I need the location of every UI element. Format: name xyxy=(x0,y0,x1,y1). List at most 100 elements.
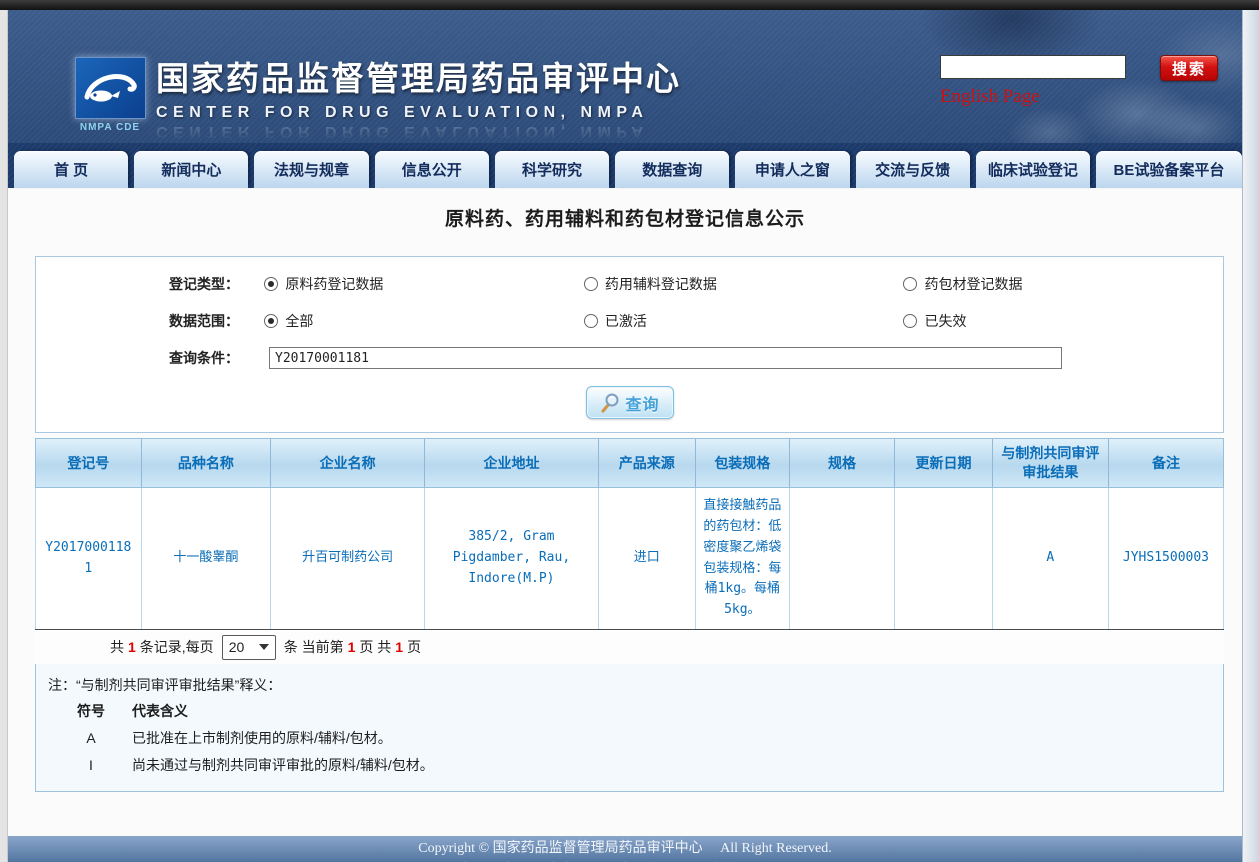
col-joint-review-result: 与制剂共同审评审批结果 xyxy=(993,439,1109,487)
cell-update-date xyxy=(895,488,992,629)
radio-excipient-data[interactable]: 药用辅料登记数据 xyxy=(584,274,904,294)
cell-remarks: JYHS1500003 xyxy=(1109,488,1223,629)
page-size-value: 20 xyxy=(229,639,245,655)
pagination-suffix: 页 xyxy=(407,637,421,657)
radio-scope-activated[interactable]: 已激活 xyxy=(584,311,904,331)
cell-product-name: 十一酸睾酮 xyxy=(142,488,271,629)
col-product-name: 品种名称 xyxy=(142,439,271,487)
footer-copyright: Copyright © 国家药品监督管理局药品审评中心 All Right Re… xyxy=(8,837,1242,857)
legend-item-i: I 尚未通过与制剂共同审评审批的原料/辅料/包材。 xyxy=(48,752,1211,779)
radio-api-data[interactable]: 原料药登记数据 xyxy=(264,274,584,294)
query-form-panel: 登记类型： 原料药登记数据 药用辅料登记数据 药包材登记数据 数据范围： xyxy=(35,256,1224,433)
query-button-label: 查询 xyxy=(625,391,659,415)
pagination-total-count: 1 xyxy=(124,639,140,655)
pagination-total-suffix: 条记录,每页 xyxy=(140,637,214,657)
radio-scope-expired[interactable]: 已失效 xyxy=(903,311,1223,331)
radio-unselected-icon[interactable] xyxy=(584,314,598,328)
nav-tab-home[interactable]: 首 页 xyxy=(14,151,128,188)
data-scope-row: 数据范围： 全部 已激活 已失效 xyxy=(36,307,1223,335)
main-navigation: 首 页 新闻中心 法规与规章 信息公开 科学研究 数据查询 申请人之窗 交流与反… xyxy=(8,143,1242,188)
data-scope-label: 数据范围： xyxy=(169,311,264,331)
radio-selected-icon[interactable] xyxy=(264,277,278,291)
cell-product-source: 进口 xyxy=(599,488,696,629)
col-packaging-spec: 包装规格 xyxy=(696,439,790,487)
legend-item-a: A 已批准在上市制剂使用的原料/辅料/包材。 xyxy=(48,725,1211,752)
legend-meaning-header: 代表含义 xyxy=(132,698,188,725)
cde-logo[interactable]: NMPA CDE xyxy=(74,57,146,133)
nav-tab-info-disclosure[interactable]: 信息公开 xyxy=(375,151,489,188)
radio-selected-icon[interactable] xyxy=(264,314,278,328)
page-size-select[interactable]: 20 xyxy=(222,635,276,660)
legend-symbol-a: A xyxy=(62,725,120,752)
radio-scope-all-label: 全部 xyxy=(285,311,313,331)
nav-tab-applicant-window[interactable]: 申请人之窗 xyxy=(735,151,849,188)
radio-scope-activated-label: 已激活 xyxy=(605,311,647,331)
col-company-address: 企业地址 xyxy=(425,439,598,487)
table-header-row: 登记号 品种名称 企业名称 企业地址 产品来源 包装规格 规格 更新日期 与制剂… xyxy=(35,438,1224,488)
cell-registration-no: Y20170001181 xyxy=(36,488,142,629)
nav-tab-news[interactable]: 新闻中心 xyxy=(134,151,248,188)
radio-unselected-icon[interactable] xyxy=(584,277,598,291)
cell-packaging-spec: 直接接触药品的药包材：低密度聚乙烯袋包装规格：每桶1kg。每桶5kg。 xyxy=(696,488,790,629)
radio-unselected-icon[interactable] xyxy=(903,277,917,291)
legend-notes-panel: 注：“与制剂共同审评审批结果”释义： 符号 代表含义 A 已批准在上市制剂使用的… xyxy=(35,664,1224,792)
pagination-total-pages: 1 xyxy=(391,639,407,655)
results-table: 登记号 品种名称 企业名称 企业地址 产品来源 包装规格 规格 更新日期 与制剂… xyxy=(35,438,1224,629)
main-content: 原料药、药用辅料和药包材登记信息公示 登记类型： 原料药登记数据 药用辅料登记数… xyxy=(8,188,1242,814)
nav-tab-be-platform[interactable]: BE试验备案平台 xyxy=(1096,151,1242,188)
nav-tab-regulations[interactable]: 法规与规章 xyxy=(254,151,368,188)
english-page-link[interactable]: English Page xyxy=(940,86,1040,108)
radio-unselected-icon[interactable] xyxy=(903,314,917,328)
nav-tab-clinical-trial[interactable]: 临床试验登记 xyxy=(976,151,1090,188)
cell-joint-review-result: A xyxy=(993,488,1109,629)
query-condition-row: 查询条件： xyxy=(36,344,1223,372)
registration-type-row: 登记类型： 原料药登记数据 药用辅料登记数据 药包材登记数据 xyxy=(36,270,1223,298)
col-spec: 规格 xyxy=(790,439,896,487)
col-remarks: 备注 xyxy=(1109,439,1223,487)
legend-header-row: 符号 代表含义 xyxy=(48,698,1211,725)
chevron-down-icon xyxy=(259,644,269,650)
col-registration-no: 登记号 xyxy=(36,439,142,487)
cde-logo-icon xyxy=(75,57,146,119)
nav-tab-feedback[interactable]: 交流与反馈 xyxy=(856,151,970,188)
search-icon xyxy=(599,392,619,414)
page-container: NMPA CDE 国家药品监督管理局药品审评中心 CENTER FOR DRUG… xyxy=(8,10,1242,862)
radio-scope-all[interactable]: 全部 xyxy=(264,311,584,331)
query-condition-input[interactable] xyxy=(269,347,1062,369)
vertical-scrollbar[interactable] xyxy=(1242,10,1259,862)
radio-packaging-data-label: 药包材登记数据 xyxy=(924,274,1022,294)
nav-tab-research[interactable]: 科学研究 xyxy=(495,151,609,188)
page-title: 原料药、药用辅料和药包材登记信息公示 xyxy=(8,188,1242,232)
site-footer: Copyright © 国家药品监督管理局药品审评中心 All Right Re… xyxy=(8,836,1242,862)
site-search-input[interactable] xyxy=(940,55,1126,79)
pagination-current-page: 1 xyxy=(344,639,360,655)
footer-address: 地址： 中国 北京市朝阳区建国路128号 邮编：100022 xyxy=(8,859,1242,862)
site-title-reflection: CENTER FOR DRUG EVALUATION, NMPA xyxy=(156,122,681,140)
browser-top-strip xyxy=(0,0,1259,10)
site-title-chinese: 国家药品监督管理局药品审评中心 xyxy=(156,52,681,100)
radio-excipient-data-label: 药用辅料登记数据 xyxy=(605,274,717,294)
query-submit-button[interactable]: 查询 xyxy=(586,386,674,419)
site-search-button[interactable]: 搜索 xyxy=(1160,55,1218,81)
logo-caption: NMPA CDE xyxy=(74,122,146,133)
fish-swoosh-icon xyxy=(81,63,139,113)
query-condition-label: 查询条件： xyxy=(169,348,269,368)
cell-spec xyxy=(790,488,896,629)
nav-tab-data-query[interactable]: 数据查询 xyxy=(615,151,729,188)
table-row: Y20170001181 十一酸睾酮 升百可制药公司 385/2, Gram P… xyxy=(35,488,1224,629)
pagination-current-prefix: 当前第 xyxy=(302,637,344,657)
legend-symbol-i: I xyxy=(62,752,120,779)
registration-type-label: 登记类型： xyxy=(169,274,264,294)
radio-scope-expired-label: 已失效 xyxy=(924,311,966,331)
pagination-mid: 页 共 xyxy=(359,637,391,657)
legend-title: 注：“与制剂共同审评审批结果”释义： xyxy=(48,672,1211,698)
pagination-unit: 条 xyxy=(284,637,298,657)
cell-company-address: 385/2, Gram Pigdamber, Rau, Indore(M.P) xyxy=(425,488,598,629)
col-update-date: 更新日期 xyxy=(895,439,992,487)
legend-meaning-a: 已批准在上市制剂使用的原料/辅料/包材。 xyxy=(132,725,392,752)
col-product-source: 产品来源 xyxy=(599,439,696,487)
header-search-area: 搜索 English Page xyxy=(940,55,1232,108)
legend-meaning-i: 尚未通过与制剂共同审评审批的原料/辅料/包材。 xyxy=(132,752,434,779)
legend-symbol-header: 符号 xyxy=(62,698,120,725)
radio-packaging-data[interactable]: 药包材登记数据 xyxy=(903,274,1223,294)
